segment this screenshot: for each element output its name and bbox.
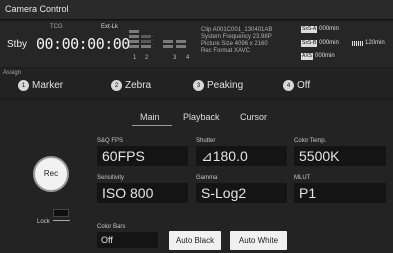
media-axs-remaining: 000min [315, 53, 335, 59]
assign-number-3-icon: 3 [193, 80, 204, 91]
timecode: 00:00:00:00 [36, 35, 130, 53]
picture-size: Picture Size 4096 x 2160 [201, 41, 268, 47]
camera-control-app: Camera Control Stby TCG Ext-Lk 00:00:00:… [0, 0, 393, 253]
battery-icon [352, 40, 363, 46]
shutter-label: Shutter [196, 138, 216, 144]
meter-ch3: 3 [173, 55, 177, 61]
extlk-label: Ext-Lk [101, 24, 119, 30]
media-axs: AXS 000min [301, 53, 335, 60]
gamma-label: Gamma [196, 175, 218, 181]
record-state: Stby [7, 39, 28, 50]
assign-bar: Assign 1 Marker 2 Zebra 3 Peaking 4 Off [0, 68, 393, 98]
shutter-field[interactable]: ⊿180.0 [196, 146, 287, 166]
assign-label: Assign [3, 70, 22, 76]
lock-switch[interactable] [53, 209, 69, 217]
title-bar: Camera Control [0, 0, 393, 20]
lock-arrow-icon [53, 220, 70, 221]
auto-black-button[interactable]: Auto Black [169, 231, 221, 250]
battery: 120min [352, 40, 385, 46]
assign-number-4-icon: 4 [283, 80, 294, 91]
mlut-label: MLUT [294, 175, 311, 181]
assign-item-4-label: Off [297, 80, 311, 91]
app-title: Camera Control [5, 4, 69, 14]
rec-format: Rec Format XAVC [201, 48, 250, 54]
sq-fps-label: S&Q FPS [97, 138, 124, 144]
assign-item-4[interactable]: 4 Off [283, 80, 310, 91]
assign-item-3[interactable]: 3 Peaking [193, 80, 243, 91]
auto-white-button[interactable]: Auto White [230, 231, 287, 250]
color-temp-field[interactable]: 5500K [294, 146, 386, 166]
meter-scale: ▪ ▪ ▪ ▪ [153, 30, 155, 46]
clip-info: Clip A001C001_130401AB System Frequency … [201, 27, 272, 55]
color-bars-label: Color Bars [97, 224, 126, 230]
assign-item-1-label: Marker [32, 80, 64, 91]
media-b: SxS-B 000min [301, 40, 339, 47]
media-a-remaining: 000min [319, 26, 339, 32]
battery-remaining: 120min [365, 40, 385, 46]
media-a: SxS-A 000min [301, 26, 339, 33]
assign-item-3-label: Peaking [207, 80, 244, 91]
assign-item-2[interactable]: 2 Zebra [111, 80, 151, 91]
media-b-badge: SxS-B [301, 40, 318, 47]
media-b-remaining: 000min [319, 40, 339, 46]
sq-fps-field[interactable]: 60FPS [97, 146, 188, 166]
tab-playback[interactable]: Playback [183, 112, 220, 122]
color-temp-label: Color Temp. [294, 138, 327, 144]
gamma-field[interactable]: S-Log2 [196, 183, 287, 203]
assign-number-1-icon: 1 [18, 80, 29, 91]
status-panel: Stby TCG Ext-Lk 00:00:00:00 ▪ ▪ ▪ ▪ 1 2 3 4… [0, 21, 393, 67]
assign-item-1[interactable]: 1 Marker [18, 80, 63, 91]
clip-name: Clip A001C001_130401AB [201, 27, 273, 33]
mlut-field[interactable]: P1 [294, 183, 386, 203]
rec-button[interactable]: Rec [33, 156, 69, 192]
system-frequency: System Frequency 23.98P [201, 34, 272, 40]
tcg-label: TCG [50, 24, 63, 30]
assign-number-2-icon: 2 [111, 80, 122, 91]
meter-ch1: 1 [133, 55, 137, 61]
sensitivity-field[interactable]: ISO 800 [97, 183, 188, 203]
lock-label: Lock [37, 219, 50, 225]
meter-ch2: 2 [145, 55, 149, 61]
tab-cursor[interactable]: Cursor [240, 112, 267, 122]
tab-main-underline [132, 125, 172, 126]
sensitivity-label: Sensitivity [97, 175, 125, 181]
audio-meters: ▪ ▪ ▪ ▪ [129, 30, 195, 53]
meter-ch4: 4 [186, 55, 190, 61]
media-axs-badge: AXS [301, 53, 314, 60]
color-bars-field[interactable]: Off [97, 232, 158, 248]
tab-main[interactable]: Main [140, 112, 160, 122]
assign-item-2-label: Zebra [125, 80, 152, 91]
media-a-badge: SxS-A [301, 26, 318, 33]
